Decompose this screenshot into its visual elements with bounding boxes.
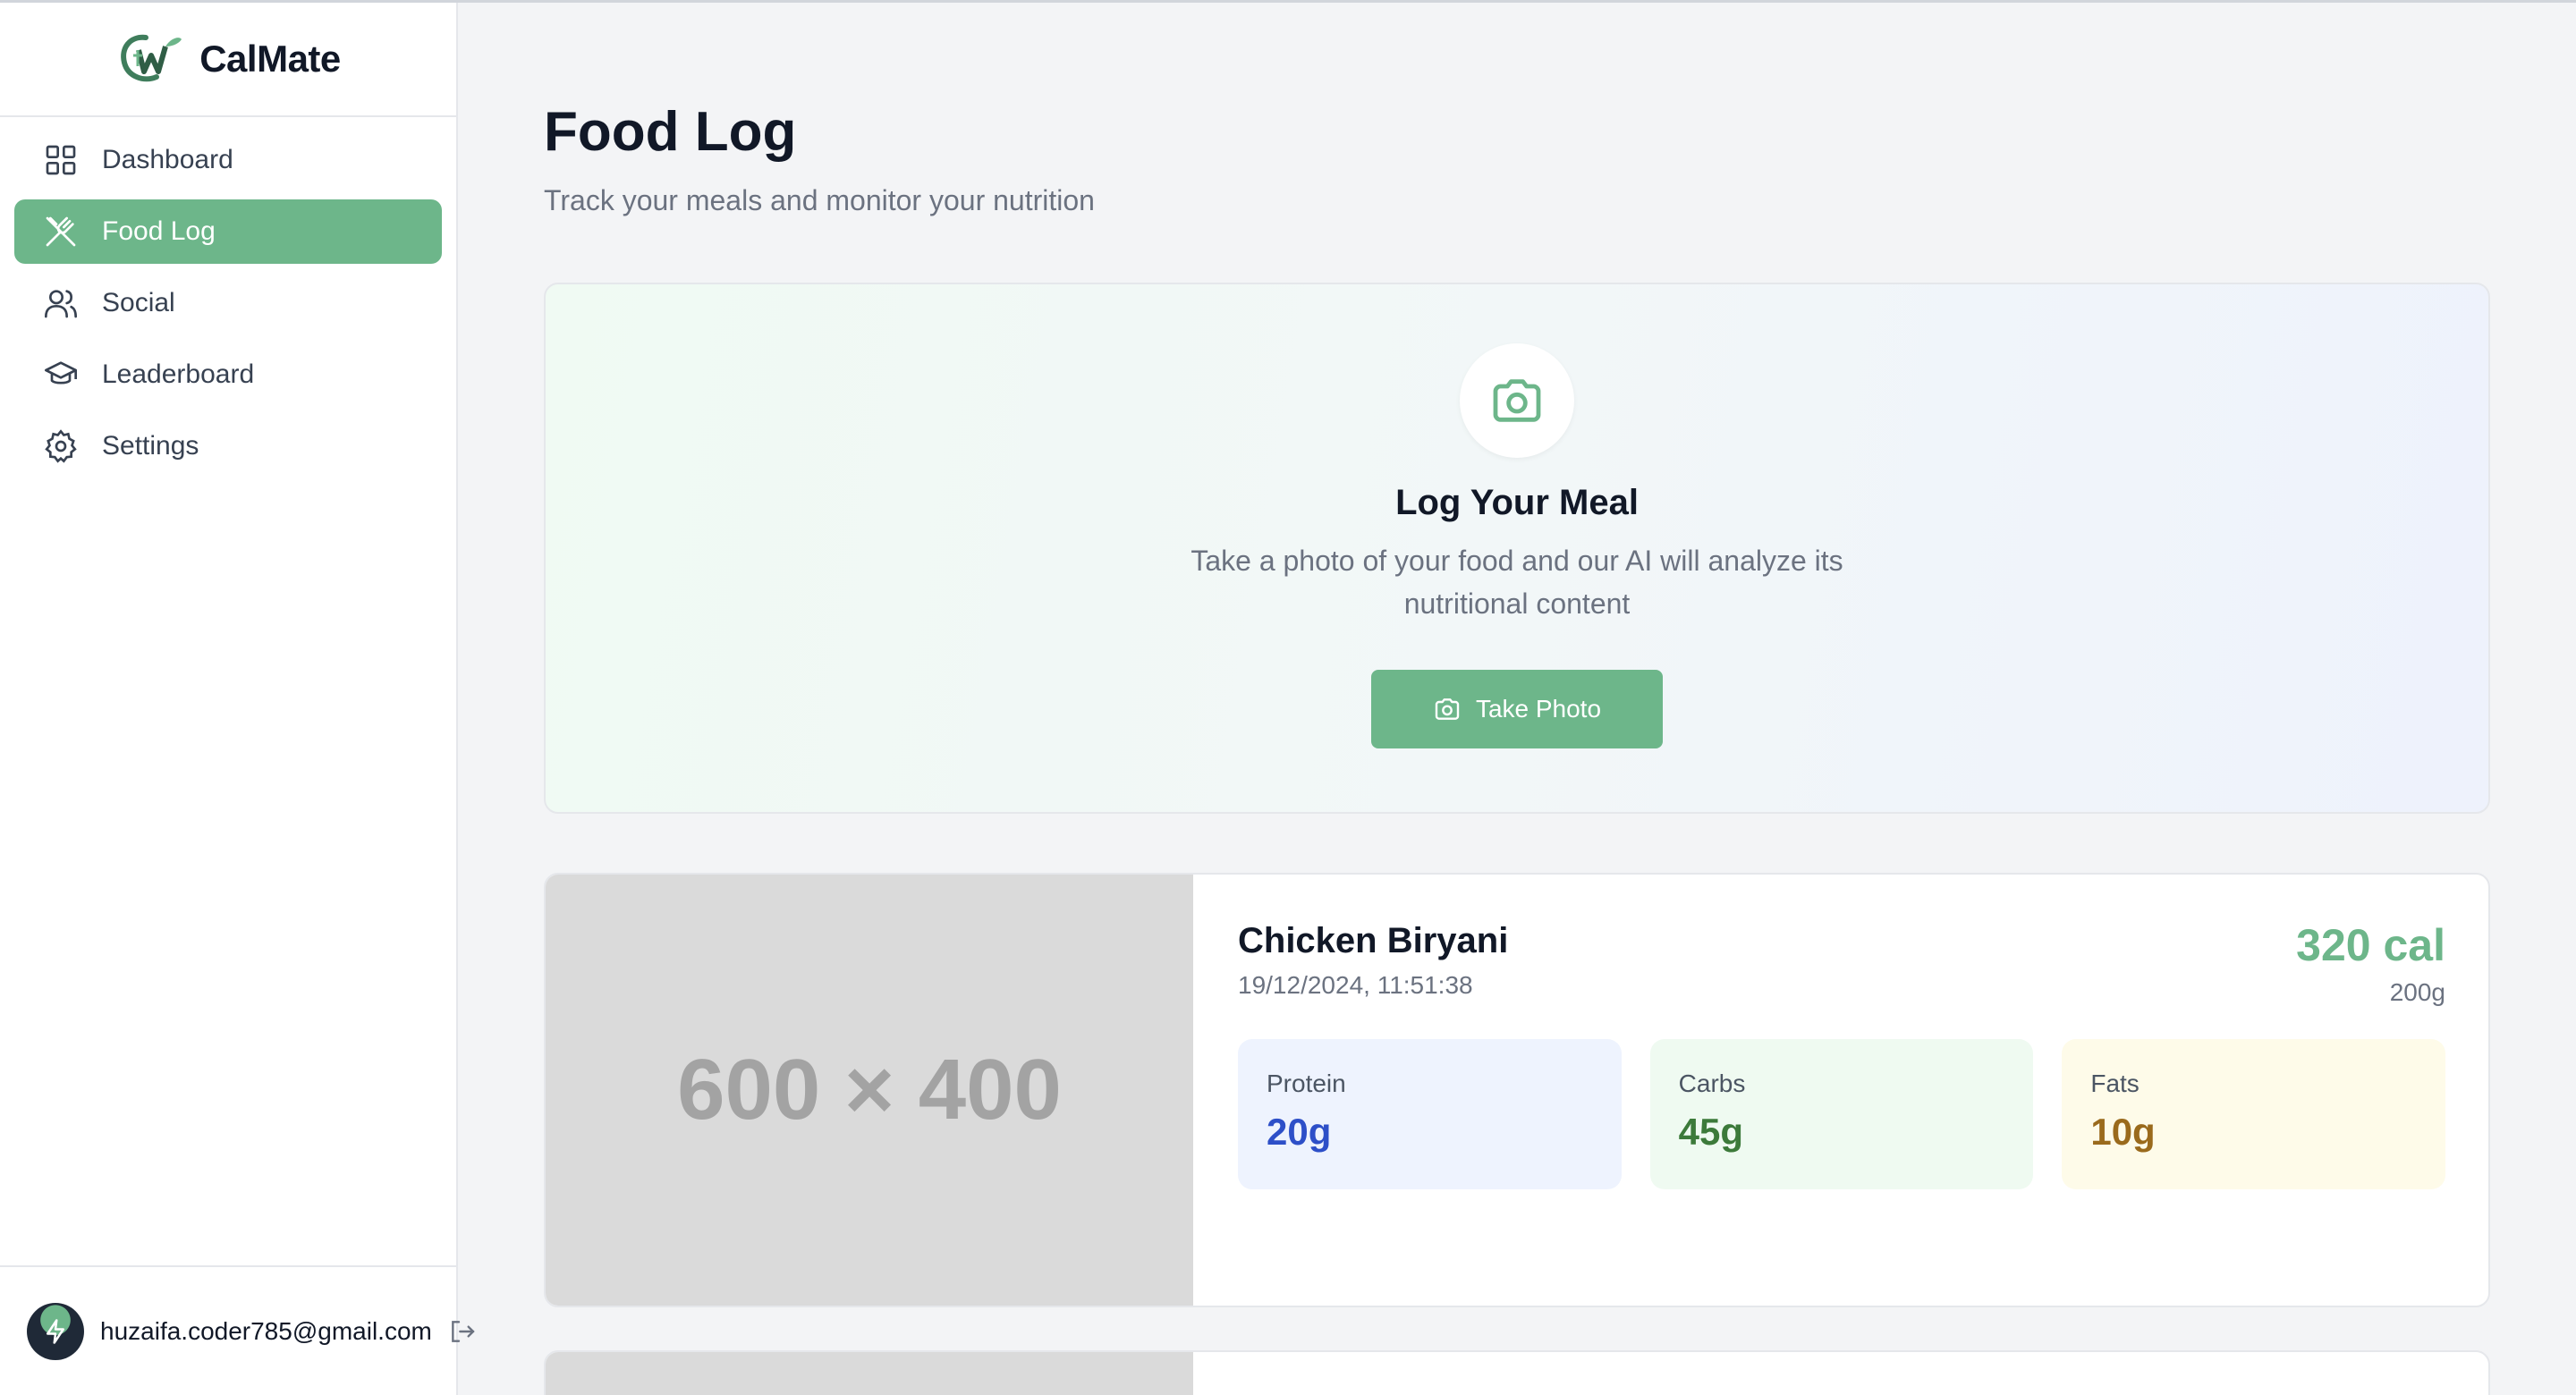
food-datetime: 19/12/2024, 11:51:38 — [1238, 971, 1473, 999]
utensils-crossed-icon — [46, 216, 76, 247]
calmate-logo-icon — [121, 34, 182, 82]
sidebar-item-label: Dashboard — [102, 145, 233, 174]
sidebar-item-settings[interactable]: Settings — [14, 414, 442, 478]
macro-value: 45g — [1678, 1111, 1744, 1153]
avatar[interactable] — [27, 1302, 84, 1360]
macro-protein: Protein 20g — [1238, 1039, 1622, 1189]
take-photo-label: Take Photo — [1475, 695, 1602, 723]
placeholder-dimensions: 600 × 400 — [677, 1042, 1062, 1137]
macro-label: Protein — [1267, 1070, 1346, 1097]
sidebar-item-social[interactable]: Social — [14, 271, 442, 335]
food-entry-details: Chicken Biryani 19/12/2024, 11:51:38 320… — [1238, 875, 2446, 1306]
user-email: huzaifa.coder785@gmail.com — [100, 1316, 432, 1345]
sidebar-item-label: Leaderboard — [102, 359, 255, 389]
macro-carbs: Carbs 45g — [1649, 1039, 2034, 1189]
camera-icon — [1493, 379, 1541, 422]
page-subtitle: Track your meals and monitor your nutrit… — [544, 184, 1095, 216]
camera-icon — [1435, 698, 1460, 720]
page-title: Food Log — [544, 101, 797, 163]
sidebar-item-dashboard[interactable]: Dashboard — [14, 128, 442, 192]
food-entry-card[interactable]: 600 × 400 Chicken Biryani 19/12/2024, 11… — [544, 873, 2490, 1307]
macro-value: 10g — [2090, 1111, 2156, 1153]
log-meal-card: Log Your Meal Take a photo of your food … — [544, 283, 2490, 814]
sidebar-item-label: Settings — [102, 431, 199, 461]
macros-row: Protein 20g Carbs 45g Fats 10g — [1238, 1039, 2446, 1189]
logout-icon[interactable] — [448, 1317, 477, 1346]
bolt-icon — [47, 1318, 64, 1344]
macro-value: 20g — [1267, 1111, 1332, 1153]
macro-fats: Fats 10g — [2062, 1039, 2446, 1189]
sidebar-nav: Dashboard Food Log Social Leaderboard Se… — [0, 117, 456, 496]
brand-name: CalMate — [199, 38, 341, 80]
users-icon — [45, 290, 77, 318]
food-image-placeholder — [546, 1352, 1193, 1395]
food-name: Chicken Biryani — [1238, 921, 1509, 960]
food-image-placeholder: 600 × 400 — [546, 875, 1193, 1306]
food-entry-card[interactable] — [544, 1350, 2490, 1395]
food-weight: 200g — [2389, 978, 2445, 1006]
gear-icon — [45, 429, 77, 463]
log-meal-description: Take a photo of your food and our AI wil… — [1191, 545, 1843, 620]
sidebar-item-label: Food Log — [102, 216, 216, 246]
user-profile: huzaifa.coder785@gmail.com — [0, 1265, 475, 1395]
grid-icon — [46, 145, 76, 175]
graduation-cap-icon — [45, 361, 77, 385]
sidebar-item-label: Social — [102, 288, 175, 317]
take-photo-button[interactable]: Take Photo — [1371, 670, 1663, 748]
macro-label: Fats — [2090, 1070, 2140, 1097]
food-calories: 320 cal — [2296, 920, 2445, 970]
sidebar: CalMate Dashboard Food Log Social Leader… — [0, 3, 475, 1395]
sidebar-item-leaderboard[interactable]: Leaderboard — [14, 342, 442, 407]
sidebar-item-food-log[interactable]: Food Log — [14, 199, 442, 264]
log-meal-title: Log Your Meal — [1395, 483, 1639, 522]
macro-label: Carbs — [1678, 1070, 1746, 1097]
camera-badge — [1460, 343, 1574, 458]
brand[interactable]: CalMate — [0, 3, 456, 117]
